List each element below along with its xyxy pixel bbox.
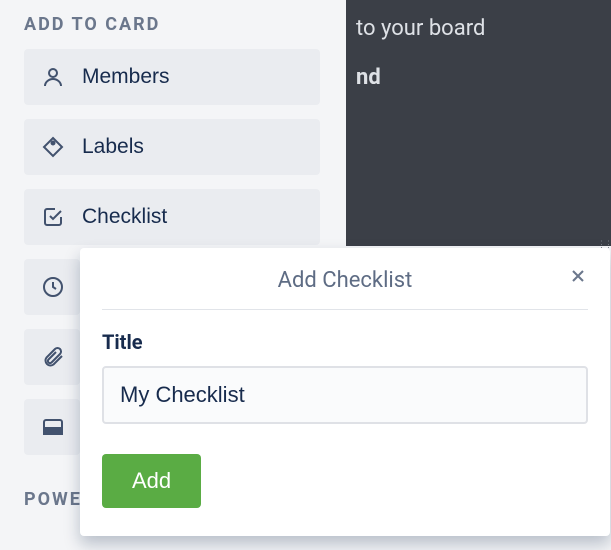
- checklist-button[interactable]: Checklist: [24, 189, 320, 245]
- board-bold-fragment: nd: [356, 65, 601, 90]
- attachment-icon: [40, 344, 66, 370]
- attachment-button[interactable]: [24, 329, 80, 385]
- members-label: Members: [82, 65, 170, 89]
- tag-icon: [40, 134, 66, 160]
- members-button[interactable]: Members: [24, 49, 320, 105]
- board-text-fragment: to your board: [356, 16, 601, 41]
- labels-label: Labels: [82, 135, 144, 159]
- add-to-card-heading: ADD TO CARD: [24, 14, 322, 35]
- labels-button[interactable]: Labels: [24, 119, 320, 175]
- dates-button[interactable]: [24, 259, 80, 315]
- cover-button[interactable]: [24, 399, 80, 455]
- background-panel: to your board nd: [346, 0, 611, 246]
- clock-icon: [40, 274, 66, 300]
- add-button[interactable]: Add: [102, 454, 201, 508]
- popover-title: Add Checklist: [278, 268, 413, 293]
- user-icon: [40, 64, 66, 90]
- popover-header: Add Checklist: [102, 268, 588, 310]
- checklist-title-input[interactable]: [102, 366, 588, 424]
- cover-icon: [40, 414, 66, 440]
- close-button[interactable]: [568, 266, 588, 286]
- add-checklist-popover: Add Checklist Title Add: [80, 248, 610, 536]
- checklist-label: Checklist: [82, 205, 167, 229]
- checkbox-icon: [40, 204, 66, 230]
- title-field-label: Title: [102, 330, 588, 354]
